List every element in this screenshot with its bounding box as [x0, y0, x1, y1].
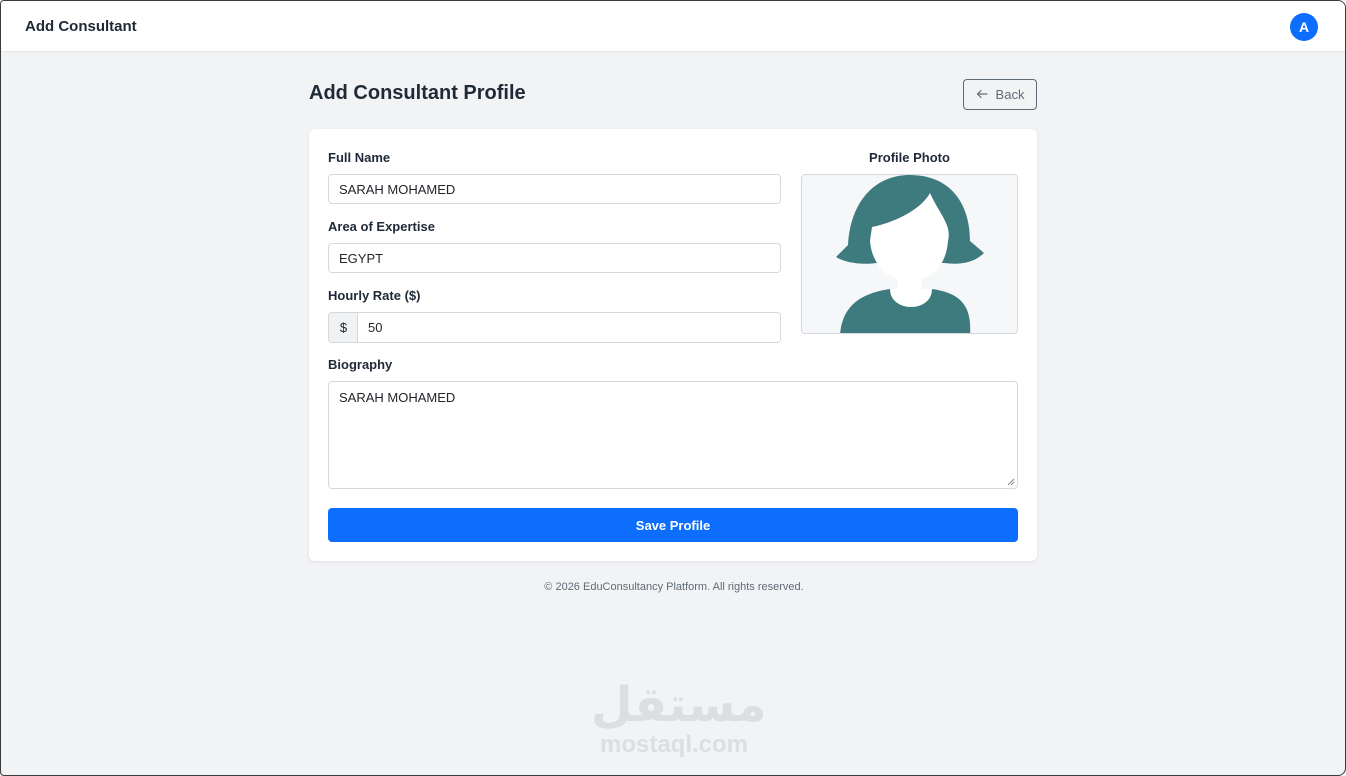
top-navbar: Add Consultant A [1, 1, 1345, 52]
back-button[interactable]: Back [963, 79, 1037, 110]
expertise-input[interactable]: EGYPT [328, 243, 781, 273]
watermark-latin: mostaql.com [599, 731, 749, 758]
resize-handle-icon[interactable] [1007, 478, 1015, 486]
expertise-value: EGYPT [339, 250, 384, 266]
biography-textarea[interactable]: SARAH MOHAMED [328, 381, 1018, 489]
biography-label: Biography [328, 357, 393, 372]
page-title: Add Consultant Profile [309, 82, 526, 104]
user-avatar[interactable]: A [1290, 13, 1318, 41]
currency-prefix: $ [328, 312, 358, 343]
watermark-arabic: مستقل [591, 679, 767, 732]
profile-photo-label: Profile Photo [869, 150, 950, 165]
biography-value: SARAH MOHAMED [339, 390, 456, 405]
full-name-value: SARAH MOHAMED [339, 181, 456, 197]
hourly-rate-label: Hourly Rate ($) [328, 288, 421, 303]
expertise-label: Area of Expertise [328, 219, 435, 234]
arrow-left-icon [976, 87, 988, 102]
female-avatar-placeholder-icon [836, 175, 984, 333]
app-title: Add Consultant [25, 18, 137, 35]
hourly-rate-input[interactable]: 50 [357, 312, 781, 343]
footer-copyright: © 2026 EduConsultancy Platform. All righ… [544, 581, 804, 593]
full-name-input[interactable]: SARAH MOHAMED [328, 174, 781, 204]
profile-form-card: Full Name SARAH MOHAMED Area of Expertis… [309, 129, 1037, 561]
app-window: Add Consultant A Add Consultant Profile … [0, 0, 1346, 776]
back-button-label: Back [995, 87, 1025, 102]
hourly-rate-value: 50 [368, 320, 383, 335]
full-name-label: Full Name [328, 150, 391, 165]
profile-photo-upload[interactable] [801, 174, 1018, 334]
watermark-logo: مستقل mostaql.com [591, 679, 767, 763]
save-profile-button[interactable]: Save Profile [328, 508, 1018, 542]
